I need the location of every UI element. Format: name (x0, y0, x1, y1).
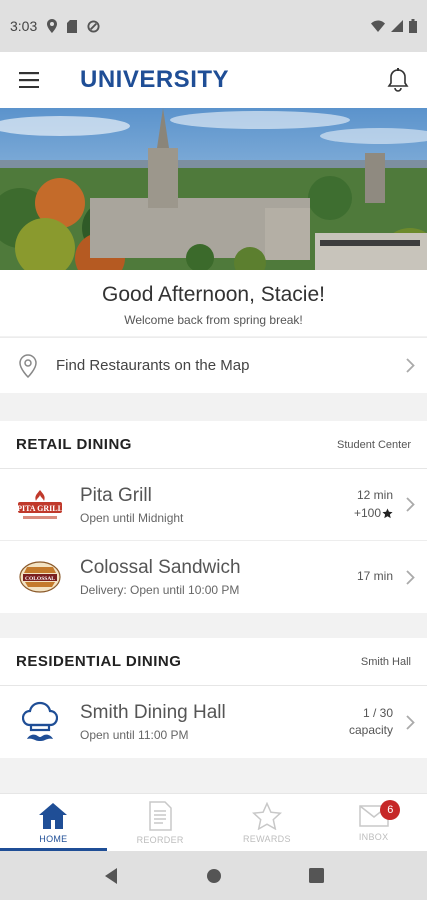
wifi-status-icon (371, 20, 385, 32)
restaurant-row-smith-dining-hall[interactable]: Smith Dining Hall Open until 11:00 PM 1 … (0, 686, 427, 758)
section-title: RETAIL DINING (16, 436, 132, 453)
nav-label: REORDER (136, 834, 184, 845)
chevron-right-icon (405, 714, 415, 730)
signal-status-icon (391, 20, 403, 32)
system-nav-bar (0, 851, 427, 900)
chevron-right-icon (405, 497, 415, 512)
colossal-sandwich-logo: COLOSSAL (0, 560, 80, 594)
restaurant-row-pita-grill[interactable]: PITA GRILL Pita Grill Open until Midnigh… (0, 469, 427, 541)
reward-points: +100 (354, 505, 393, 522)
star-icon (382, 508, 393, 518)
inbox-badge: 6 (380, 800, 401, 820)
status-time: 3:03 (10, 18, 38, 34)
restaurant-name: Smith Dining Hall (80, 702, 226, 723)
app-title: UNIVERSITY (80, 66, 230, 93)
pita-grill-logo: PITA GRILL (0, 488, 80, 522)
data-saver-status-icon (87, 19, 100, 33)
notifications-button[interactable] (369, 52, 427, 108)
wait-time: 12 min (356, 488, 393, 503)
status-bar: 3:03 (0, 0, 427, 52)
app-bar: UNIVERSITY (0, 52, 427, 108)
receipt-icon (149, 800, 172, 831)
restaurant-status: Open until Midnight (80, 510, 184, 525)
home-icon (39, 802, 68, 829)
location-status-icon (47, 19, 58, 33)
chef-icon (0, 701, 80, 743)
find-restaurants-map-link[interactable]: Find Restaurants on the Map (0, 337, 427, 393)
nav-label: INBOX (358, 831, 389, 842)
retail-dining-header: RETAIL DINING Student Center (0, 421, 427, 469)
greeting-title: Good Afternoon, Stacie! (102, 283, 325, 306)
chevron-right-icon (405, 569, 415, 585)
nav-home[interactable]: HOME (0, 794, 107, 851)
restaurant-row-colossal-sandwich[interactable]: COLOSSAL Colossal Sandwich Delivery: Ope… (0, 541, 427, 613)
nav-label: REWARDS (242, 833, 291, 844)
campus-hero-image (0, 108, 427, 270)
greeting-subtitle: Welcome back from spring break! (124, 313, 303, 327)
restaurant-name: Colossal Sandwich (80, 557, 241, 578)
recents-icon[interactable] (308, 868, 324, 883)
svg-text:PITA GRILL: PITA GRILL (17, 504, 63, 513)
home-circle-icon[interactable] (206, 868, 222, 884)
section-title: RESIDENTIAL DINING (16, 653, 182, 670)
back-icon[interactable] (103, 867, 119, 885)
bell-icon (387, 68, 409, 92)
greeting-card: Good Afternoon, Stacie! Welcome back fro… (0, 270, 427, 336)
restaurant-name: Pita Grill (80, 484, 152, 506)
nav-reorder[interactable]: REORDER (107, 794, 214, 851)
nav-rewards[interactable]: REWARDS (214, 794, 321, 851)
map-pin-icon (19, 353, 37, 378)
star-icon (251, 801, 282, 830)
restaurant-status: Delivery: Open until 10:00 PM (80, 583, 240, 597)
wait-time: 17 min (356, 569, 393, 584)
hamburger-icon (19, 72, 39, 88)
chevron-right-icon (405, 358, 415, 373)
retail-dining-section: RETAIL DINING Student Center PITA GRILL … (0, 421, 427, 613)
nav-label: HOME (39, 833, 68, 844)
residential-dining-header: RESIDENTIAL DINING Smith Hall (0, 638, 427, 686)
map-link-label: Find Restaurants on the Map (56, 357, 250, 374)
section-location: Smith Hall (360, 655, 411, 668)
capacity-label: capacity (348, 723, 393, 737)
svg-text:COLOSSAL: COLOSSAL (25, 576, 55, 582)
residential-dining-section: RESIDENTIAL DINING Smith Hall Smith Dini… (0, 638, 427, 758)
menu-button[interactable] (0, 52, 58, 108)
battery-status-icon (409, 19, 417, 33)
sd-card-status-icon (67, 19, 78, 33)
reward-points-value: +100 (353, 505, 381, 520)
bottom-nav: HOME REORDER REWARDS INBOX 6 (0, 793, 427, 851)
capacity-value: 1 / 30 (362, 705, 393, 720)
section-location: Student Center (337, 438, 411, 451)
restaurant-status: Open until 11:00 PM (80, 728, 189, 742)
nav-inbox[interactable]: INBOX 6 (320, 794, 427, 851)
